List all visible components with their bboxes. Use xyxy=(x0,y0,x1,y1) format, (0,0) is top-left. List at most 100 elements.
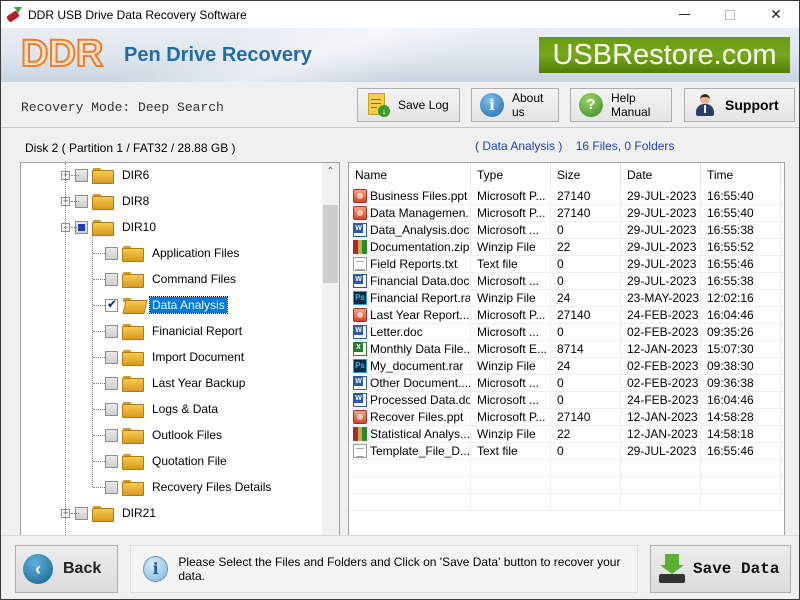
column-header-date[interactable]: Date xyxy=(621,163,701,188)
cell-time xyxy=(701,460,781,476)
tree-node[interactable]: Finanicial Report xyxy=(105,321,244,341)
folder-icon xyxy=(92,505,114,522)
column-header-type[interactable]: Type xyxy=(471,163,551,188)
support-button[interactable]: Support xyxy=(684,88,795,122)
file-row[interactable]: Documentation.zip Winzip File 22 29-JUL-202… xyxy=(349,239,784,256)
folder-icon xyxy=(122,479,144,496)
file-row[interactable]: Financial Data.docMicrosoft ...029-JUL-2… xyxy=(349,273,784,290)
cell-time: 09:38:30 xyxy=(701,358,781,374)
cell-size: 0 xyxy=(551,222,621,238)
tree-connector xyxy=(93,487,105,488)
ddr-logo: DDR xyxy=(20,33,104,75)
tree-connector xyxy=(71,227,79,228)
cell-time: 16:55:46 xyxy=(701,443,781,459)
tree-checkbox[interactable] xyxy=(105,376,118,390)
help-manual-button[interactable]: ? Help Manual xyxy=(570,88,672,122)
close-button[interactable]: ✕ xyxy=(753,1,799,28)
tree-checkbox[interactable] xyxy=(105,402,118,416)
column-header-time[interactable]: Time xyxy=(701,163,781,188)
cell-date: 29-JUL-2023 xyxy=(621,273,701,289)
file-row[interactable]: Letter.doc Microsoft ...002-FEB-202309:35… xyxy=(349,324,784,341)
file-row[interactable]: Data Managemen... Microsoft P... 27140 29-J… xyxy=(349,205,784,222)
file-row[interactable]: Template_File_D... Text file 0 29-JUL-2023 1… xyxy=(349,443,784,460)
tree-node[interactable]: Outlook Files xyxy=(105,425,224,445)
tree-node-label[interactable]: Finanicial Report xyxy=(150,323,244,339)
tree-node-label[interactable]: DIR6 xyxy=(120,167,151,183)
cell-name: Other Document.... xyxy=(349,375,471,391)
tree-node-label[interactable]: Last Year Backup xyxy=(150,375,247,391)
column-header-name[interactable]: Name xyxy=(349,163,471,188)
file-row[interactable]: Ps My_document.rar Winzip File 24 02-FEB-202… xyxy=(349,358,784,375)
tree-scrollbar[interactable]: ⌃ ⌄ xyxy=(322,163,339,553)
cell-type: Microsoft P... xyxy=(471,409,551,425)
file-row[interactable]: Recover Files.ppt Microsoft P... 27140 12-J… xyxy=(349,409,784,426)
cell-size: 24 xyxy=(551,358,621,374)
save-log-label: Save Log xyxy=(398,98,449,112)
question-icon: ? xyxy=(579,93,603,117)
tree-node[interactable]: Application Files xyxy=(105,243,241,263)
column-header-size[interactable]: Size xyxy=(551,163,621,188)
tree-node[interactable]: Last Year Backup xyxy=(105,373,247,393)
minimize-button[interactable] xyxy=(661,1,707,28)
file-row[interactable]: Processed Data.docMicrosoft ...024-FEB-2… xyxy=(349,392,784,409)
tree-node[interactable]: Command Files xyxy=(105,269,238,289)
tree-node-label[interactable]: Logs & Data xyxy=(150,401,220,417)
tree-checkbox[interactable] xyxy=(105,350,118,364)
cell-date: 29-JUL-2023 xyxy=(621,256,701,272)
tree-node-label[interactable]: DIR10 xyxy=(120,219,158,235)
back-arrow-icon: ‹ xyxy=(23,554,53,584)
save-data-label: Save Data xyxy=(693,560,780,578)
tree-node-label[interactable]: DIR8 xyxy=(120,193,151,209)
tree-node-label[interactable]: Application Files xyxy=(150,245,241,261)
cell-date: 02-FEB-2023 xyxy=(621,358,701,374)
doc-file-icon xyxy=(353,274,367,288)
cell-size xyxy=(551,477,621,493)
scroll-up-arrow[interactable]: ⌃ xyxy=(322,163,339,180)
tree-checkbox[interactable] xyxy=(105,324,118,338)
tree-checkbox[interactable] xyxy=(105,454,118,468)
file-name: Recover Files.ppt xyxy=(370,410,464,424)
cell-name: Documentation.zip xyxy=(349,239,471,255)
help-manual-label: Help Manual xyxy=(611,91,651,119)
tree-node-label[interactable]: Data Analysis xyxy=(149,296,228,314)
support-person-icon xyxy=(693,93,717,117)
file-name: Processed Data.doc xyxy=(370,393,471,407)
file-row[interactable]: Other Document....Microsoft ...002-FEB-2… xyxy=(349,375,784,392)
tree-checkbox[interactable] xyxy=(105,246,118,260)
tree-checkbox[interactable] xyxy=(105,297,118,312)
tree-node[interactable]: Data Analysis xyxy=(105,295,228,315)
tree-node[interactable]: Quotation File xyxy=(105,451,229,471)
file-row[interactable]: Last Year Report... Microsoft P... 27140 24… xyxy=(349,307,784,324)
save-log-icon: ↓ xyxy=(366,93,390,117)
file-row[interactable]: Monthly Data File...Microsoft E...871412… xyxy=(349,341,784,358)
save-data-button[interactable]: Save Data xyxy=(650,545,791,593)
tree-node-label[interactable]: Recovery Files Details xyxy=(150,479,273,495)
cell-date: 29-JUL-2023 xyxy=(621,239,701,255)
cell-name: Financial Data.doc xyxy=(349,273,471,289)
about-us-button[interactable]: i About us xyxy=(471,88,559,122)
cell-size xyxy=(551,494,621,510)
tree-node-label[interactable]: Outlook Files xyxy=(150,427,224,443)
tree-node[interactable]: Import Document xyxy=(105,347,246,367)
file-row[interactable]: Field Reports.txt Text file 0 29-JUL-2023 16… xyxy=(349,256,784,273)
back-button[interactable]: ‹ Back xyxy=(15,545,118,593)
file-row[interactable]: Data_Analysis.docMicrosoft ...029-JUL-20… xyxy=(349,222,784,239)
maximize-button[interactable] xyxy=(707,1,753,28)
tree-node-label[interactable]: Quotation File xyxy=(150,453,229,469)
tree-node[interactable]: Logs & Data xyxy=(105,399,220,419)
scroll-thumb[interactable] xyxy=(323,205,338,283)
tree-checkbox[interactable] xyxy=(105,428,118,442)
tree-node-label[interactable]: DIR21 xyxy=(120,505,158,521)
tree-checkbox[interactable] xyxy=(105,480,118,494)
folder-tree[interactable]: + DIR6 + DIR8− DIR10 Application Files Command… xyxy=(20,162,340,554)
save-log-button[interactable]: ↓ Save Log xyxy=(357,88,460,122)
file-row[interactable]: Business Files.ppt Microsoft P... 27140 29-… xyxy=(349,188,784,205)
cell-size xyxy=(551,460,621,476)
file-row[interactable]: Ps Financial Report.rar Winzip File 24 23-MA… xyxy=(349,290,784,307)
file-row[interactable]: Statistical Analys... Winzip File 22 12-JAN… xyxy=(349,426,784,443)
tree-node-label[interactable]: Command Files xyxy=(150,271,238,287)
tree-checkbox[interactable] xyxy=(105,272,118,286)
tree-node-label[interactable]: Import Document xyxy=(150,349,246,365)
tree-node[interactable]: Recovery Files Details xyxy=(105,477,273,497)
file-name: Monthly Data File... xyxy=(370,342,471,356)
